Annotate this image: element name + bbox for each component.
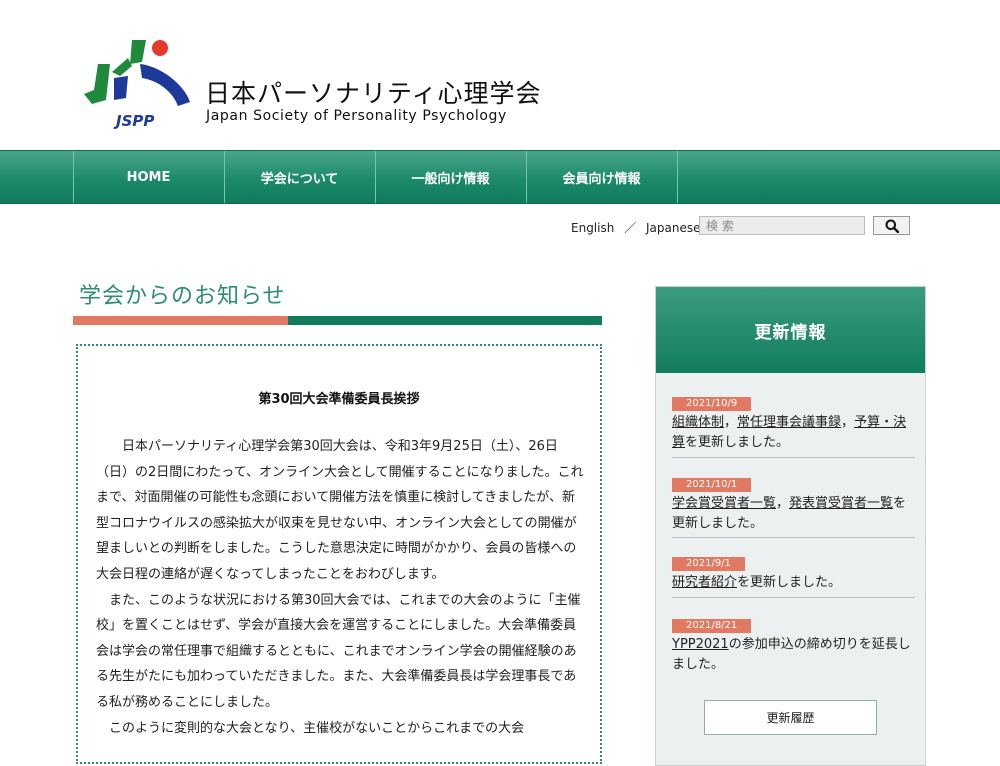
update-date: 2021/10/9	[672, 397, 752, 411]
update-link[interactable]: 組織体制	[672, 415, 724, 430]
main-nav: HOME 学会について 一般向け情報 会員向け情報	[0, 150, 1000, 204]
search-input[interactable]	[699, 216, 865, 235]
update-link[interactable]: 研究者紹介	[672, 575, 737, 590]
lang-japanese-link[interactable]: Japanese	[646, 221, 701, 235]
update-separator: ，	[724, 415, 738, 430]
language-switcher: English ／ Japanese	[571, 219, 701, 236]
updates-panel: 更新情報 2021/10/9 組織体制，常任理事会議事録，予算・決算を更新しまし…	[655, 286, 926, 766]
nav-home[interactable]: HOME	[73, 151, 223, 203]
update-text: 研究者紹介を更新しました。	[672, 573, 915, 593]
update-link[interactable]: 学会賞受賞者一覧	[672, 496, 776, 511]
update-text: YPP2021の参加申込の締め切りを延長しました。	[672, 635, 915, 675]
update-history-button[interactable]: 更新履歴	[704, 700, 877, 735]
update-separator: ，	[776, 496, 790, 511]
update-divider	[672, 597, 915, 598]
title-underline-accent	[73, 316, 288, 325]
update-link[interactable]: YPP2021	[672, 637, 729, 652]
notice-title: 第30回大会準備委員長挨拶	[258, 392, 420, 407]
notice-paragraph: このように変則的な大会となり、主催校がないことからこれまでの大会	[109, 720, 525, 736]
update-date: 2021/10/1	[672, 478, 752, 492]
notice-box: 第30回大会準備委員長挨拶 日本パーソナリティ心理学会第30回大会は、令和3年9…	[76, 344, 602, 764]
update-suffix: を更新しました。	[685, 435, 790, 450]
notice-paragraph: 日本パーソナリティ心理学会第30回大会は、令和3年9月25日（土）、26日（日）…	[96, 439, 584, 582]
section-title: 学会からのお知らせ	[79, 284, 286, 309]
updates-panel-title: 更新情報	[656, 287, 925, 373]
update-item: 2021/8/21 YPP2021の参加申込の締め切りを延長しました。	[672, 613, 915, 675]
svg-text:JSPP: JSPP	[113, 112, 154, 130]
site-subtitle: Japan Society of Personality Psychology	[206, 108, 507, 124]
site-header: JSPP 日本パーソナリティ心理学会 Japan Society of Pers…	[0, 0, 1000, 150]
title-underline-brand	[288, 316, 602, 325]
update-date: 2021/9/1	[672, 557, 745, 571]
update-separator: ，	[841, 415, 855, 430]
nav-divider	[677, 151, 678, 203]
update-item: 2021/10/1 学会賞受賞者一覧，発表賞受賞者一覧を更新しました。	[672, 472, 915, 534]
nav-member-info[interactable]: 会員向け情報	[526, 151, 676, 203]
search-icon	[885, 219, 899, 233]
update-divider	[672, 457, 915, 458]
update-date: 2021/8/21	[672, 619, 752, 633]
lang-english-link[interactable]: English	[571, 221, 614, 235]
search-button[interactable]	[873, 216, 910, 235]
update-suffix: を更新しました。	[737, 575, 842, 590]
update-text: 組織体制，常任理事会議事録，予算・決算を更新しました。	[672, 413, 915, 453]
site-title: 日本パーソナリティ心理学会	[205, 79, 542, 108]
update-text: 学会賞受賞者一覧，発表賞受賞者一覧を更新しました。	[672, 494, 915, 534]
update-divider	[672, 537, 915, 538]
notice-body: 日本パーソナリティ心理学会第30回大会は、令和3年9月25日（土）、26日（日）…	[96, 434, 586, 741]
update-link[interactable]: 発表賞受賞者一覧	[789, 496, 893, 511]
jspp-logo[interactable]: JSPP	[80, 36, 200, 131]
nav-about[interactable]: 学会について	[224, 151, 374, 203]
lang-separator: ／	[624, 221, 637, 235]
notice-paragraph: また、このような状況における第30回大会では、これまでの大会のように「主催校」を…	[96, 592, 581, 710]
update-link[interactable]: 常任理事会議事録	[737, 415, 841, 430]
update-item: 2021/10/9 組織体制，常任理事会議事録，予算・決算を更新しました。	[672, 391, 915, 453]
update-item: 2021/9/1 研究者紹介を更新しました。	[672, 551, 915, 593]
nav-public-info[interactable]: 一般向け情報	[375, 151, 525, 203]
